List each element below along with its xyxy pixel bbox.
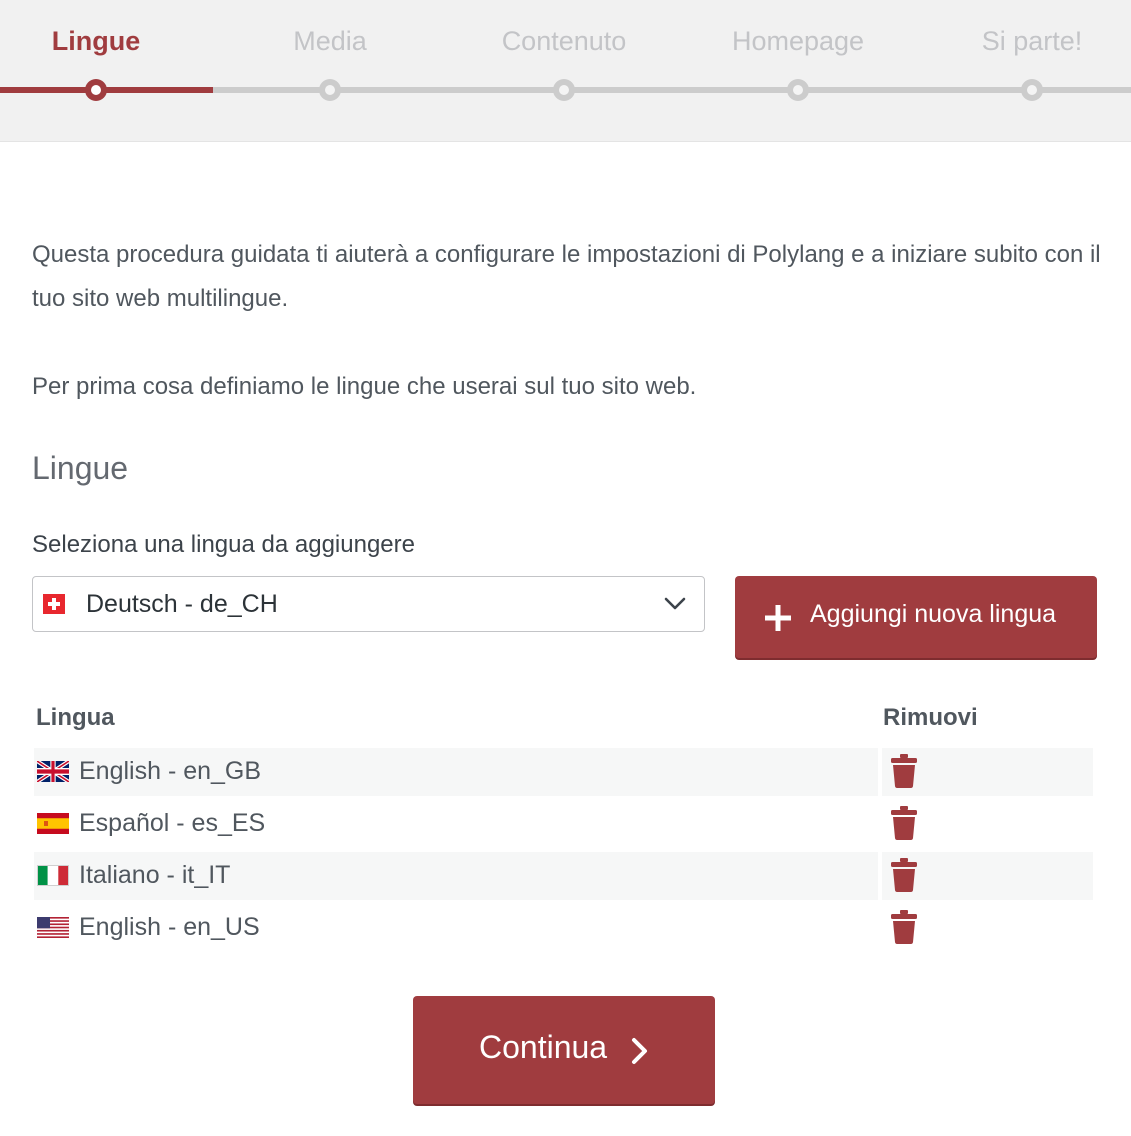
add-language-button[interactable]: Aggiungi nuova lingua — [735, 576, 1097, 658]
table-header-language: Lingua — [36, 704, 115, 731]
table-row: English - en_US — [34, 904, 1093, 952]
step-languages-label: Lingue — [51, 26, 141, 56]
language-name: Italiano - it_IT — [79, 861, 231, 889]
language-select-label: Seleziona una lingua da aggiungere — [32, 531, 415, 558]
trash-icon[interactable] — [891, 806, 917, 845]
intro-paragraph: Questa procedura guidata ti aiuterà a co… — [32, 241, 1101, 312]
language-name: English - en_US — [79, 913, 260, 941]
step-ready-label: Si parte! — [981, 26, 1083, 56]
table-row: Italiano - it_IT — [34, 852, 1093, 900]
step-ready-marker — [1021, 79, 1043, 101]
remove-cell — [882, 748, 1093, 796]
table-row: English - en_GB — [34, 748, 1093, 796]
add-language-button-label: Aggiungi nuova lingua — [810, 600, 1057, 628]
plus-icon — [765, 605, 791, 638]
uk-flag-icon — [36, 759, 70, 787]
step-media-label: Media — [293, 26, 367, 56]
chevron-down-icon — [664, 597, 686, 616]
remove-cell — [882, 904, 1093, 952]
selected-language-value: Deutsch - de_CH — [86, 590, 278, 618]
chevron-right-icon — [631, 1036, 649, 1073]
step-media-marker — [319, 79, 341, 101]
language-name: English - en_GB — [79, 757, 262, 785]
intro-instruction: Per prima cosa definiamo le lingue che u… — [32, 373, 697, 400]
trash-icon[interactable] — [891, 858, 917, 897]
switzerland-flag-icon — [43, 594, 65, 619]
step-content-label: Contenuto — [501, 26, 627, 56]
trash-icon[interactable] — [891, 910, 917, 949]
setup-steps-header: Lingue Media Contenuto Homepage Si parte… — [0, 0, 1131, 142]
continue-button-label: Continua — [479, 1029, 608, 1065]
language-cell: Español - es_ES — [34, 800, 878, 848]
language-cell: English - en_GB — [34, 748, 878, 796]
languages-section-title: Lingue — [32, 450, 129, 486]
remove-cell — [882, 800, 1093, 848]
spain-flag-icon — [37, 813, 69, 839]
remove-cell — [882, 852, 1093, 900]
trash-icon[interactable] — [891, 754, 917, 793]
language-cell: Italiano - it_IT — [34, 852, 878, 900]
language-select[interactable]: Deutsch - de_CH — [32, 576, 705, 632]
step-languages-marker — [85, 79, 107, 101]
step-content-marker — [553, 79, 575, 101]
italy-flag-icon — [37, 865, 69, 891]
step-homepage-marker — [787, 79, 809, 101]
step-homepage-label: Homepage — [731, 26, 865, 56]
continue-button[interactable]: Continua — [413, 996, 715, 1104]
table-header-remove: Rimuovi — [883, 704, 978, 731]
language-name: Español - es_ES — [79, 809, 266, 837]
language-cell: English - en_US — [34, 904, 878, 952]
table-row: Español - es_ES — [34, 800, 1093, 848]
us-flag-icon — [37, 917, 69, 943]
